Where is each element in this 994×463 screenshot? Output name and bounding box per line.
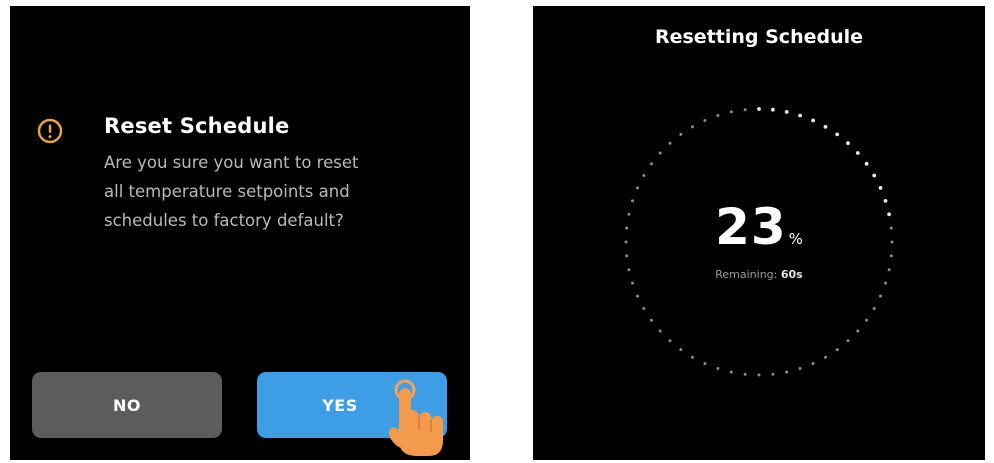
progress-dot <box>625 254 629 258</box>
progress-dot-complete <box>811 118 815 123</box>
progress-percentage: 23% <box>533 202 985 252</box>
progress-dot <box>703 119 707 122</box>
progress-dot-complete <box>757 107 761 111</box>
dialog-message: Are you sure you want to reset all tempe… <box>104 148 454 235</box>
screenshot-canvas: Reset Schedule Are you sure you want to … <box>0 0 994 463</box>
progress-dot <box>729 370 733 374</box>
progress-dot <box>642 307 646 310</box>
progress-dot <box>785 370 789 374</box>
progress-dot <box>642 174 646 177</box>
progress-dot <box>743 372 747 376</box>
tap-hand-icon <box>388 379 443 456</box>
progress-dot-complete <box>823 124 828 129</box>
progress-dot <box>872 307 876 310</box>
dialog-message-line: schedules to factory default? <box>104 211 344 230</box>
progress-dot <box>703 362 707 365</box>
progress-dot <box>743 108 747 112</box>
dialog-title: Reset Schedule <box>104 114 290 138</box>
progress-dot-complete <box>864 161 869 166</box>
progress-dot <box>658 329 662 333</box>
progress-dot <box>649 162 653 166</box>
progress-dot <box>865 318 869 322</box>
progress-dot <box>879 294 882 298</box>
progress-dot <box>636 294 639 298</box>
progress-dot-complete <box>771 107 775 112</box>
remaining-label: Remaining: <box>715 268 778 281</box>
yes-button-label: YES <box>322 395 358 415</box>
progress-dot <box>856 329 860 333</box>
progress-dot-complete <box>872 173 877 178</box>
progress-dot <box>846 339 850 343</box>
progress-dot-complete <box>846 141 850 146</box>
warning-icon <box>37 118 63 144</box>
progress-dot <box>884 281 887 285</box>
progress-dot <box>729 110 733 114</box>
progress-dot-complete <box>855 151 860 155</box>
progress-dot <box>889 254 893 258</box>
progress-dot <box>679 348 683 352</box>
progress-dot <box>636 186 639 190</box>
progress-dot <box>668 339 672 343</box>
progress-dot <box>691 355 694 359</box>
progress-dot-complete <box>878 186 883 190</box>
progress-dot <box>771 372 775 376</box>
progress-dot <box>649 318 653 322</box>
progress-dot <box>835 348 839 352</box>
progress-dot <box>824 355 827 359</box>
progress-percent-unit: % <box>788 230 803 248</box>
dialog-message-line: Are you sure you want to reset <box>104 153 359 172</box>
no-button[interactable]: NO <box>32 372 222 438</box>
progress-dot <box>691 125 694 129</box>
reset-confirm-screen: Reset Schedule Are you sure you want to … <box>10 6 470 460</box>
progress-dot <box>716 114 720 117</box>
progress-dot <box>679 132 683 136</box>
progress-dot-complete <box>835 132 840 137</box>
dialog-message-line: all temperature setpoints and <box>104 182 350 201</box>
progress-dot <box>798 367 802 370</box>
progress-dot <box>811 362 815 365</box>
progress-dot <box>668 141 672 145</box>
remaining-value: 60s <box>780 268 803 281</box>
progress-dot <box>757 373 761 377</box>
resetting-progress-screen: Resetting Schedule 23% Remaining: 60s <box>533 6 985 460</box>
progress-dot <box>716 367 720 370</box>
progress-dot <box>631 281 634 285</box>
no-button-label: NO <box>113 395 141 415</box>
remaining-time: Remaining: 60s <box>533 268 985 281</box>
progress-dot-complete <box>798 113 802 118</box>
progress-dot <box>658 151 662 155</box>
progress-percent-value: 23 <box>715 198 787 256</box>
progress-dot-complete <box>784 110 789 114</box>
